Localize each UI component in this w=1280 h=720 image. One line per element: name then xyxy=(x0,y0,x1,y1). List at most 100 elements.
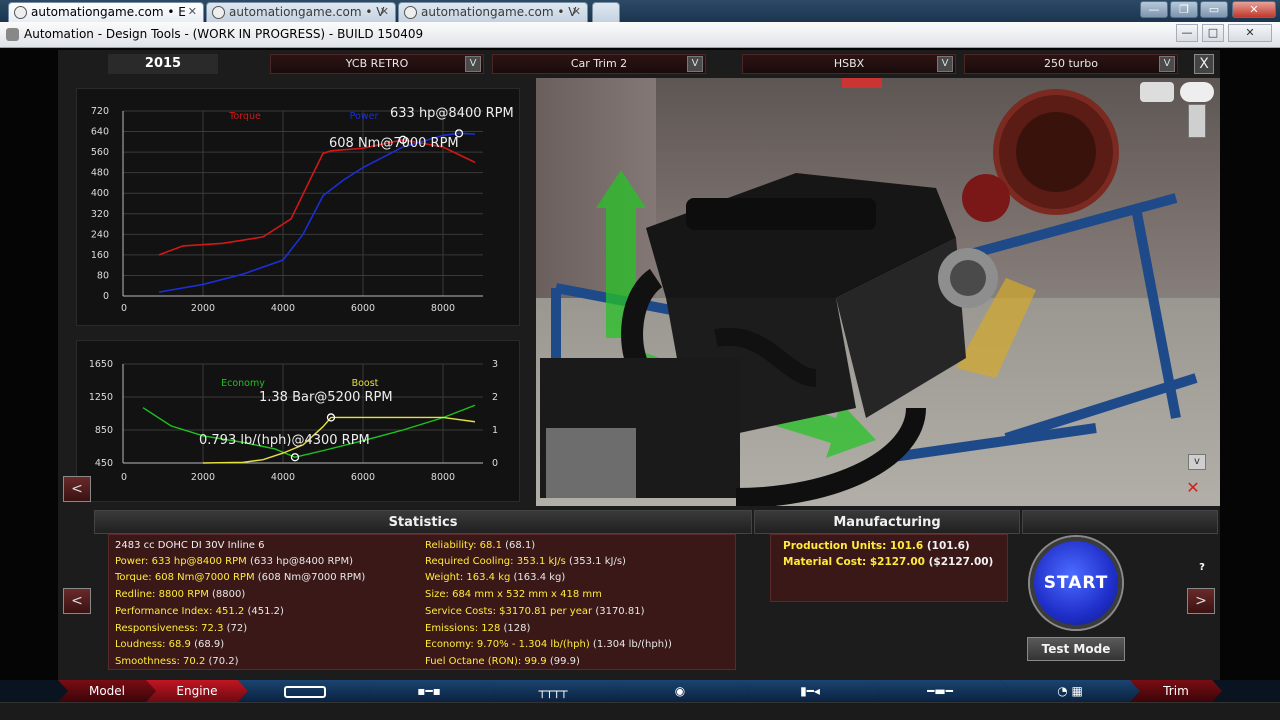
stat-weight: Weight: 163.4 kg (163.4 kg) xyxy=(425,572,566,583)
zoom-scrollbar-top[interactable] xyxy=(1188,104,1206,138)
window-title: Automation - Design Tools - (WORK IN PRO… xyxy=(24,27,424,41)
chart2-legend-boost: Boost xyxy=(352,378,379,389)
engine-render xyxy=(540,78,1198,506)
stat-fuel-octane: Fuel Octane (RON): 99.9 (99.9) xyxy=(425,656,580,667)
next-page-button[interactable]: > xyxy=(1187,588,1215,614)
economy-boost-chart-svg: 450 850 1250 1650 0 1 2 3 0 2000 4000 6000 8000 Econo… xyxy=(89,359,498,483)
browser-minimize-button[interactable]: — xyxy=(1140,1,1168,18)
app-title-bar: Automation - Design Tools - (WORK IN PRO… xyxy=(0,22,1280,48)
browser-tab-1[interactable]: automationgame.com • E ✕ xyxy=(8,2,204,22)
chart2-y-left-tick-label: 1650 xyxy=(89,359,113,370)
help-button[interactable]: ? xyxy=(1188,562,1216,578)
chart2-y-right-tick-label: 1 xyxy=(492,425,498,436)
stat-loudness: Loudness: 68.9 (68.9) xyxy=(115,639,225,650)
trim-dropdown-button[interactable]: V xyxy=(687,56,703,72)
browser-restore-button[interactable]: ❐ xyxy=(1170,1,1198,18)
economy-boost-chart: 450 850 1250 1650 0 1 2 3 0 2000 4000 6000 8000 Econo… xyxy=(76,340,520,502)
test-mode-button[interactable]: Test Mode xyxy=(1027,637,1125,661)
nav-step-heads[interactable]: ┬┬┬┬ xyxy=(486,680,620,702)
browser-tab-label: automationgame.com • E xyxy=(31,5,186,19)
nav-step-fuel[interactable]: ▮━◂ xyxy=(740,680,880,702)
browser-maximize-button[interactable]: ▭ xyxy=(1200,1,1228,18)
chart2-y-right-tick-label: 3 xyxy=(492,359,498,370)
chart1-legend-torque: Torque xyxy=(228,111,261,122)
fuel-system-icon: ▮━◂ xyxy=(800,684,820,698)
new-tab-button[interactable] xyxy=(592,2,620,22)
engine-variant-selector[interactable]: 250 turbo V xyxy=(964,54,1178,74)
start-button[interactable]: START xyxy=(1030,537,1122,629)
nav-step-trim-label: Trim xyxy=(1163,684,1189,698)
company-dropdown-button[interactable]: V xyxy=(465,56,481,72)
engine-variant-selector-value: 250 turbo xyxy=(1043,57,1098,70)
chart2-y-left-tick-label: 1250 xyxy=(89,392,113,403)
chart2-x-tick-label: 4000 xyxy=(271,472,295,483)
tab-close-icon[interactable]: ✕ xyxy=(572,5,581,18)
chart1-y-tick-label: 240 xyxy=(91,229,109,240)
browser-tab-2[interactable]: automationgame.com • V ✕ xyxy=(206,2,396,22)
nav-step-block[interactable] xyxy=(238,680,372,702)
browser-tab-3[interactable]: automationgame.com • V ✕ xyxy=(398,2,588,22)
app-minimize-button[interactable]: — xyxy=(1176,24,1198,42)
trim-selector[interactable]: Car Trim 2 V xyxy=(492,54,706,74)
chart2-y-left-tick-label: 850 xyxy=(95,425,113,436)
chart2-y-left-tick-label: 450 xyxy=(95,458,113,469)
crankshaft-icon: ▪━▪ xyxy=(417,684,441,698)
chart1-y-tick-label: 560 xyxy=(91,147,109,158)
chart1-y-tick-label: 480 xyxy=(91,168,109,179)
stat-performance-index: Performance Index: 451.2 (451.2) xyxy=(115,606,284,617)
stat-size: Size: 684 mm x 532 mm x 418 mm xyxy=(425,589,602,600)
close-view-button[interactable]: X xyxy=(1194,54,1214,74)
engine-3d-viewport[interactable]: v ✕ xyxy=(536,78,1220,506)
nav-step-tune[interactable]: ◔ ▦ xyxy=(1000,680,1140,702)
nav-step-turbo[interactable]: ◉ xyxy=(610,680,750,702)
design-step-nav: Model Engine ▪━▪ ┬┬┬┬ ◉ ▮━◂ ━▬━ ◔ ▦ Trim xyxy=(0,680,1280,702)
control-header xyxy=(1022,510,1218,534)
transform-gizmo-icon[interactable]: ✕ xyxy=(1176,478,1210,500)
nav-step-crank[interactable]: ▪━▪ xyxy=(362,680,496,702)
stat-responsiveness: Responsiveness: 72.3 (72) xyxy=(115,623,248,634)
screenshot-camera-icon[interactable] xyxy=(1140,82,1174,102)
nav-step-engine[interactable]: Engine xyxy=(146,680,248,702)
app-icon xyxy=(6,28,19,41)
nav-step-exhaust[interactable]: ━▬━ xyxy=(870,680,1010,702)
year-display: 2015 xyxy=(108,54,218,74)
chart1-series-power xyxy=(158,132,476,293)
engine-family-dropdown-button[interactable]: V xyxy=(937,56,953,72)
engine-block-icon xyxy=(284,686,326,698)
exhaust-icon: ━▬━ xyxy=(927,684,953,698)
chart1-torque-annotation: 608 Nm@7000 RPM xyxy=(329,136,459,151)
engine-family-selector-value: HSBX xyxy=(833,57,865,70)
stat-redline: Redline: 8800 RPM (8800) xyxy=(115,589,246,600)
nav-step-trim[interactable]: Trim xyxy=(1130,680,1222,702)
chart2-x-tick-label: 0 xyxy=(121,472,127,483)
chart1-legend-power: Power xyxy=(350,111,379,122)
chart1-y-tick-label: 400 xyxy=(91,188,109,199)
chart2-legend-economy: Economy xyxy=(221,378,265,389)
statistics-panel: 2483 cc DOHC DI 30V Inline 6 Power: 633 … xyxy=(108,534,736,670)
chart2-y-right-tick-label: 2 xyxy=(492,392,498,403)
favicon-icon xyxy=(212,6,225,19)
engine-family-selector[interactable]: HSBX V xyxy=(742,54,956,74)
company-selector[interactable]: YCB RETRO V xyxy=(270,54,484,74)
power-torque-chart: 0 80 160 240 320 400 480 560 640 720 0 2000 4000 6000… xyxy=(76,88,520,326)
stat-torque: Torque: 608 Nm@7000 RPM (608 Nm@7000 RPM… xyxy=(115,572,366,583)
browser-close-button[interactable]: ✕ xyxy=(1232,1,1276,18)
chart-back-button[interactable]: < xyxy=(63,476,91,502)
chart1-y-tick-label: 160 xyxy=(91,250,109,261)
app-maximize-button[interactable]: □ xyxy=(1202,24,1224,42)
tab-close-icon[interactable]: ✕ xyxy=(188,5,197,18)
chart2-y-right-tick-label: 0 xyxy=(492,458,498,469)
stat-economy: Economy: 9.70% - 1.304 lb/(hph) (1.304 l… xyxy=(425,639,672,650)
chart1-x-tick-label: 6000 xyxy=(351,303,375,314)
app-close-button[interactable]: ✕ xyxy=(1228,24,1272,42)
trim-selector-value: Car Trim 2 xyxy=(570,57,628,70)
nav-step-model[interactable]: Model xyxy=(58,680,156,702)
zoom-scroll-down-button[interactable]: v xyxy=(1188,454,1206,470)
record-icon[interactable] xyxy=(1180,82,1214,102)
tab-close-icon[interactable]: ✕ xyxy=(380,5,389,18)
engine-variant-dropdown-button[interactable]: V xyxy=(1159,56,1175,72)
previous-page-button[interactable]: < xyxy=(63,588,91,614)
stat-service-costs: Service Costs: $3170.81 per year (3170.8… xyxy=(425,606,645,617)
mfg-production-units: Production Units: 101.6 (101.6) xyxy=(783,540,970,552)
stat-reliability: Reliability: 68.1 (68.1) xyxy=(425,540,536,551)
